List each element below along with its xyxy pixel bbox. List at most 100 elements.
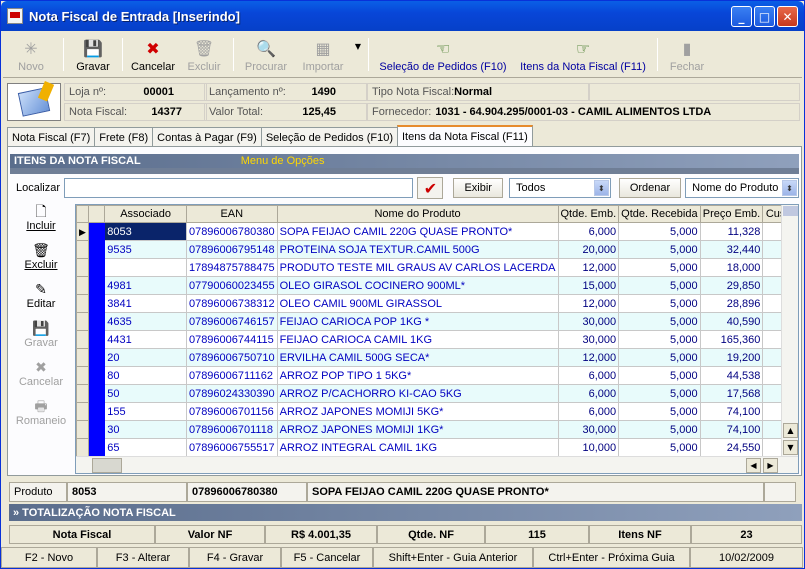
- scroll-left-button[interactable]: ◀: [746, 458, 761, 473]
- table-cell[interactable]: 5,000: [618, 366, 701, 385]
- menu-opcoes-link[interactable]: Menu de Opções: [241, 155, 325, 167]
- procurar-button[interactable]: 🔍 Procurar: [238, 32, 294, 77]
- table-cell[interactable]: ARROZ P/CACHORRO KI-CAO 5KG: [276, 384, 559, 403]
- table-cell[interactable]: OLEO CAMIL 900ML GIRASSOL: [276, 294, 559, 313]
- row-indicator[interactable]: [76, 294, 89, 313]
- column-header[interactable]: Associado: [104, 205, 187, 223]
- table-cell[interactable]: 12,000: [557, 258, 620, 277]
- table-cell[interactable]: 07896006795148: [185, 240, 278, 259]
- row-selector[interactable]: [87, 348, 106, 367]
- table-cell[interactable]: 165,360: [699, 330, 764, 349]
- table-cell[interactable]: 11,328: [699, 222, 764, 241]
- table-cell[interactable]: 29,850: [699, 276, 764, 295]
- table-cell[interactable]: 6,000: [557, 222, 620, 241]
- table-row[interactable]: ▶ 8053 07896006780380 SOPA FEIJAO CAMIL 220…: [76, 222, 798, 241]
- table-cell[interactable]: 74,100: [699, 420, 764, 439]
- table-cell[interactable]: 5,000: [618, 420, 701, 439]
- table-row[interactable]: 4635 07896006746157 FEIJAO CARIOCA POP 1KG…: [76, 312, 798, 331]
- confirm-search-button[interactable]: ✔: [417, 177, 444, 199]
- table-row[interactable]: 17894875788475 PRODUTO TESTE MIL GRAUS AV…: [76, 258, 798, 277]
- table-cell[interactable]: 40,590: [699, 312, 764, 331]
- row-selector[interactable]: [87, 258, 106, 277]
- horizontal-scrollbar[interactable]: ◀ ▶: [76, 456, 798, 473]
- table-cell[interactable]: 5,000: [618, 240, 701, 259]
- table-cell[interactable]: 30,000: [557, 420, 620, 439]
- table-cell[interactable]: PRODUTO TESTE MIL GRAUS AV CARLOS LACERD…: [276, 258, 559, 277]
- tab-nota-fiscal[interactable]: Nota Fiscal (F7): [7, 127, 96, 147]
- ordenar-button[interactable]: Ordenar: [618, 178, 682, 198]
- scroll-thumb[interactable]: [783, 206, 798, 216]
- table-cell[interactable]: 20,000: [557, 240, 620, 259]
- ordenar-select[interactable]: Nome do Produto ⬍: [685, 178, 799, 198]
- table-cell[interactable]: 30: [104, 420, 187, 439]
- table-cell[interactable]: 4431: [104, 330, 187, 349]
- table-cell[interactable]: 5,000: [618, 258, 701, 277]
- row-indicator[interactable]: [76, 420, 89, 439]
- cancelar-item-button[interactable]: ✖ Cancelar: [19, 360, 63, 399]
- table-cell[interactable]: 5,000: [618, 348, 701, 367]
- excluir-button[interactable]: 🗑 Excluir: [179, 32, 229, 77]
- table-cell[interactable]: 20: [104, 348, 187, 367]
- row-selector[interactable]: [87, 384, 106, 403]
- table-cell[interactable]: 28,896: [699, 294, 764, 313]
- novo-button[interactable]: ✳ Novo: [3, 32, 59, 77]
- table-cell[interactable]: FEIJAO CARIOCA POP 1KG *: [276, 312, 559, 331]
- table-cell[interactable]: FEIJAO CARIOCA CAMIL 1KG: [276, 330, 559, 349]
- hscroll-thumb[interactable]: [92, 458, 122, 473]
- row-indicator[interactable]: [76, 438, 89, 457]
- table-cell[interactable]: 30,000: [557, 312, 620, 331]
- table-cell[interactable]: 07896006701118: [185, 420, 278, 439]
- row-indicator[interactable]: [76, 348, 89, 367]
- table-cell[interactable]: ARROZ JAPONES MOMIJI 1KG*: [276, 420, 559, 439]
- table-cell[interactable]: [104, 258, 187, 277]
- importar-dropdown[interactable]: ▼: [352, 32, 364, 77]
- table-cell[interactable]: 6,000: [557, 366, 620, 385]
- itens-nota-button[interactable]: ☞ Itens da Nota Fiscal (F11): [513, 32, 653, 77]
- row-indicator[interactable]: [76, 384, 89, 403]
- table-cell[interactable]: 65: [104, 438, 187, 457]
- table-cell[interactable]: 4635: [104, 312, 187, 331]
- table-cell[interactable]: 07790060023455: [185, 276, 278, 295]
- table-cell[interactable]: 07896006738312: [185, 294, 278, 313]
- scroll-up-button[interactable]: ▲: [783, 423, 798, 438]
- table-cell[interactable]: 32,440: [699, 240, 764, 259]
- row-indicator[interactable]: [76, 258, 89, 277]
- row-indicator[interactable]: [76, 240, 89, 259]
- exibir-button[interactable]: Exibir: [453, 178, 503, 198]
- table-cell[interactable]: 44,538: [699, 366, 764, 385]
- row-selector[interactable]: [87, 438, 106, 457]
- table-cell[interactable]: 24,550: [699, 438, 764, 457]
- table-cell[interactable]: 5,000: [618, 222, 701, 241]
- table-cell[interactable]: 155: [104, 402, 187, 421]
- row-selector[interactable]: [87, 402, 106, 421]
- table-cell[interactable]: 17,568: [699, 384, 764, 403]
- table-cell[interactable]: 50: [104, 384, 187, 403]
- title-bar[interactable]: Nota Fiscal de Entrada [Inserindo] _ □ ✕: [1, 1, 804, 31]
- table-cell[interactable]: 74,100: [699, 402, 764, 421]
- table-cell[interactable]: 12,000: [557, 294, 620, 313]
- table-cell[interactable]: 80: [104, 366, 187, 385]
- table-row[interactable]: 20 07896006750710 ERVILHA CAMIL 500G SECA*…: [76, 348, 798, 367]
- table-cell[interactable]: 17894875788475: [185, 258, 278, 277]
- table-cell[interactable]: 07896024330390: [185, 384, 278, 403]
- table-cell[interactable]: 10,000: [557, 438, 620, 457]
- incluir-button[interactable]: 🗋 Incluir: [26, 204, 55, 243]
- table-cell[interactable]: 07896006780380: [185, 222, 278, 241]
- table-cell[interactable]: ARROZ INTEGRAL CAMIL 1KG: [276, 438, 559, 457]
- table-row[interactable]: 4981 07790060023455 OLEO GIRASOL COCINERO …: [76, 276, 798, 295]
- table-cell[interactable]: 5,000: [618, 312, 701, 331]
- column-header[interactable]: EAN: [185, 205, 278, 223]
- table-row[interactable]: 155 07896006701156 ARROZ JAPONES MOMIJI 5K…: [76, 402, 798, 421]
- table-cell[interactable]: 15,000: [557, 276, 620, 295]
- row-indicator[interactable]: [76, 276, 89, 295]
- column-header[interactable]: Preço Emb.: [699, 205, 764, 223]
- tab-contas-pagar[interactable]: Contas à Pagar (F9): [152, 127, 262, 147]
- table-cell[interactable]: 07896006744115: [185, 330, 278, 349]
- column-header[interactable]: Qtde. Recebida: [618, 205, 701, 223]
- exibir-select[interactable]: Todos ⬍: [508, 178, 611, 198]
- table-cell[interactable]: 07896006711162: [185, 366, 278, 385]
- table-cell[interactable]: 5,000: [618, 438, 701, 457]
- row-indicator[interactable]: ▶: [76, 222, 89, 241]
- column-header[interactable]: Nome do Produto: [276, 205, 559, 223]
- scroll-right-button[interactable]: ▶: [763, 458, 778, 473]
